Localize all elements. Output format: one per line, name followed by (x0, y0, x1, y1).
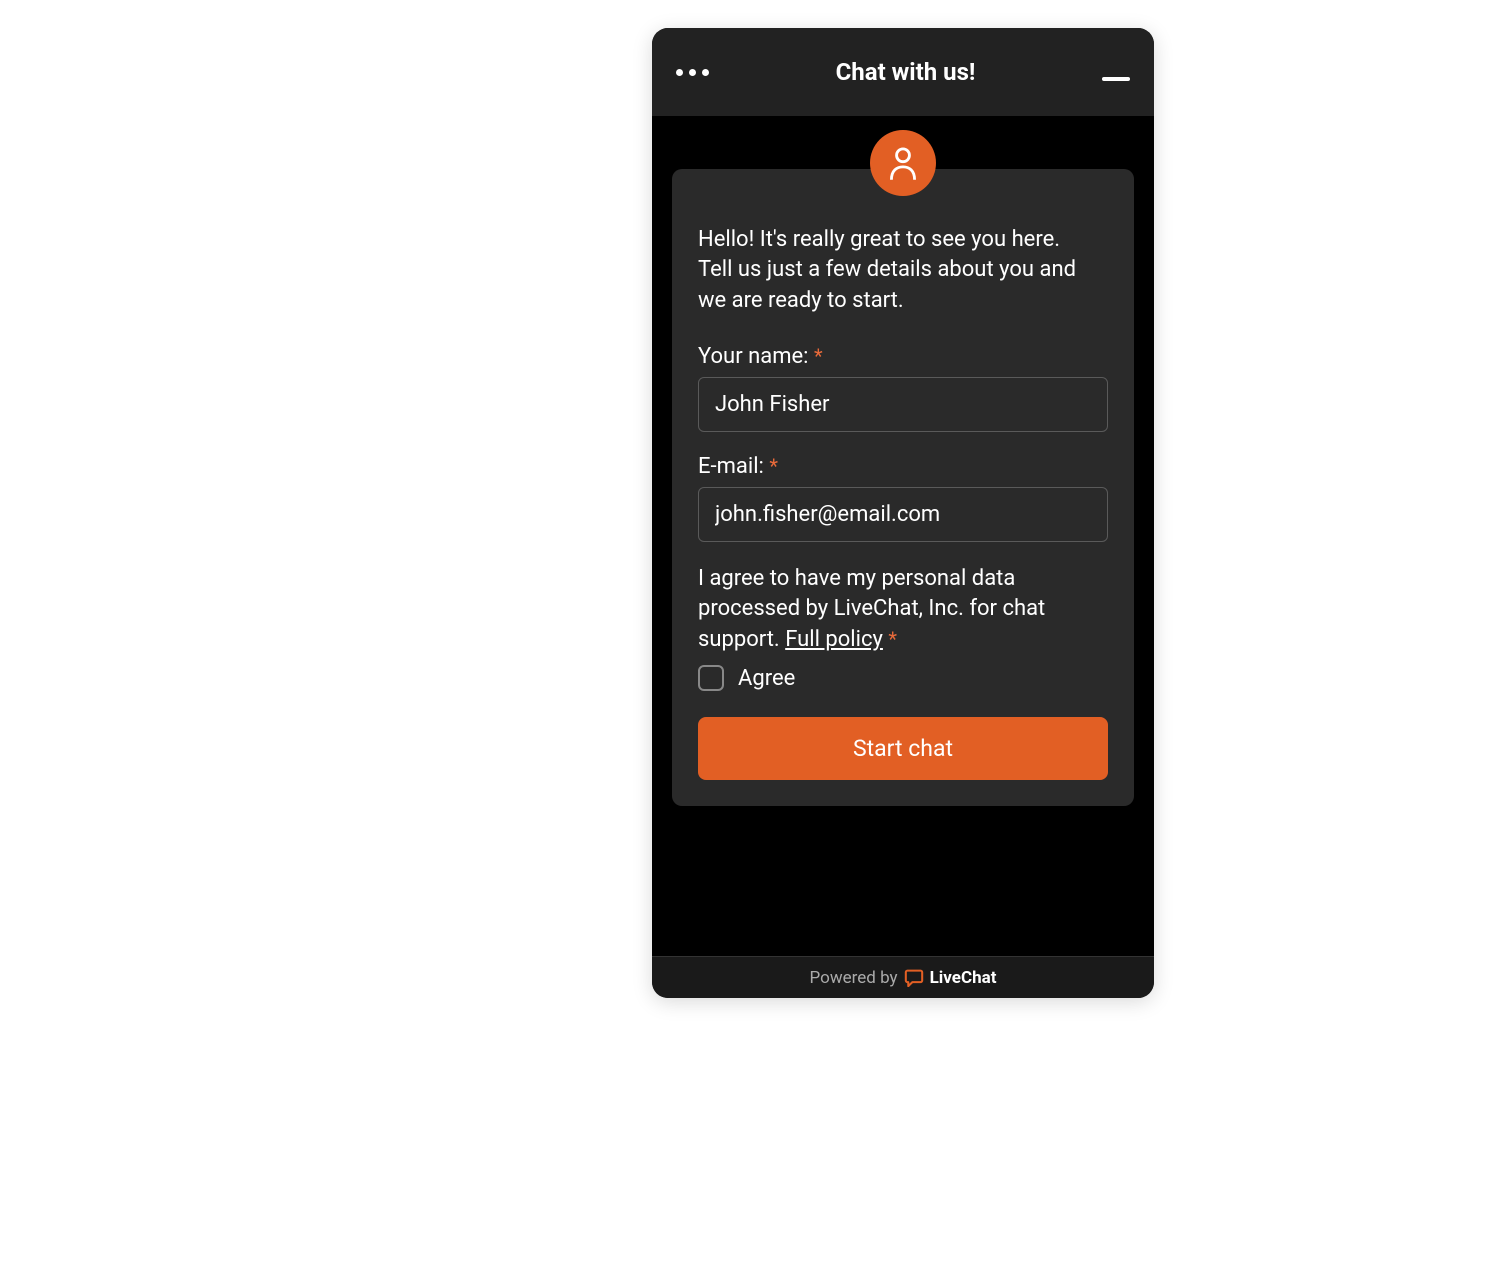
chat-widget: Chat with us! Hello! It's really great t… (652, 28, 1154, 998)
person-icon (887, 145, 919, 181)
brand-name: LiveChat (930, 968, 997, 988)
agree-checkbox-row: Agree (698, 665, 1108, 691)
chat-body: Hello! It's really great to see you here… (652, 116, 1154, 956)
livechat-logo-icon (904, 969, 924, 987)
greeting-text: Hello! It's really great to see you here… (698, 225, 1108, 316)
chat-footer[interactable]: Powered by LiveChat (652, 956, 1154, 998)
name-field-group: Your name: * (698, 344, 1108, 432)
name-label: Your name: * (698, 344, 1108, 369)
greeting-line-1: Hello! It's really great to see you here… (698, 227, 1060, 252)
policy-link[interactable]: Full policy (785, 627, 883, 652)
start-chat-button[interactable]: Start chat (698, 717, 1108, 780)
powered-by-text: Powered by (810, 968, 898, 988)
chat-title: Chat with us! (836, 58, 976, 86)
prechat-form: Hello! It's really great to see you here… (672, 169, 1134, 806)
minimize-icon[interactable] (1102, 77, 1130, 81)
email-label: E-mail: * (698, 454, 1108, 479)
required-star-icon: * (814, 344, 823, 368)
greeting-line-2: Tell us just a few details about you and… (698, 257, 1076, 312)
avatar (870, 130, 936, 196)
required-star-icon: * (769, 454, 778, 478)
name-input[interactable] (698, 377, 1108, 432)
email-field-group: E-mail: * (698, 454, 1108, 542)
chat-header: Chat with us! (652, 28, 1154, 116)
required-star-icon: * (888, 627, 897, 651)
consent-group: I agree to have my personal data process… (698, 564, 1108, 691)
consent-text: I agree to have my personal data process… (698, 564, 1108, 655)
menu-dots-icon[interactable] (676, 69, 709, 76)
email-input[interactable] (698, 487, 1108, 542)
agree-checkbox[interactable] (698, 665, 724, 691)
agree-label: Agree (738, 666, 795, 691)
